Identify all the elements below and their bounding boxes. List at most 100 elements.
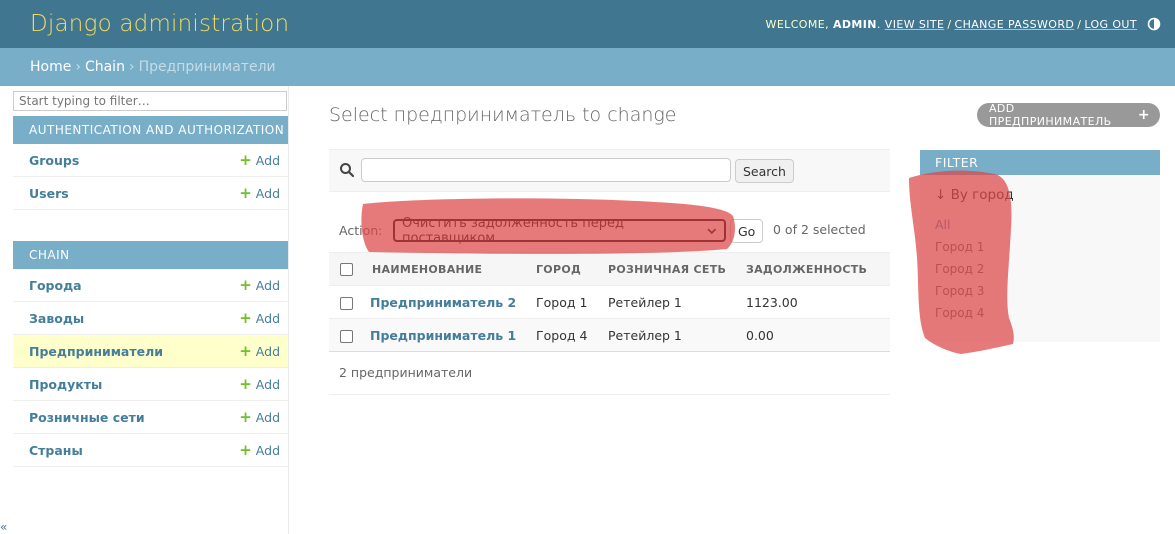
- row-retail-network: Ретейлер 1: [608, 318, 746, 352]
- user-tools: WELCOME, ADMIN. VIEW SITE / CHANGE PASSW…: [766, 17, 1161, 31]
- add-label: Add: [255, 277, 280, 293]
- add-label: Add: [255, 185, 280, 201]
- add-strany-link[interactable]: + Add: [239, 440, 280, 459]
- sidebar-link-strany[interactable]: Страны: [29, 443, 83, 458]
- row-checkbox[interactable]: [340, 329, 353, 343]
- sidebar-link-predprinimateli[interactable]: Предприниматели: [29, 344, 163, 359]
- column-header-retail-network[interactable]: РОЗНИЧНАЯ СЕТЬ: [608, 252, 746, 286]
- table-header-row: НАИМЕНОВАНИЕ ГОРОД РОЗНИЧНАЯ СЕТЬ ЗАДОЛЖ…: [329, 252, 890, 286]
- sidebar-item-roznichnye-seti: Розничные сети + Add: [13, 401, 288, 434]
- row-debt: 0.00: [746, 318, 890, 352]
- row-checkbox[interactable]: [340, 296, 353, 310]
- module-caption-chain[interactable]: CHAIN: [13, 241, 288, 269]
- sidebar-item-groups: Groups + Add: [13, 144, 288, 177]
- search-button[interactable]: Search: [735, 159, 794, 183]
- plus-icon: +: [239, 183, 252, 202]
- add-label: Add: [255, 343, 280, 359]
- plus-icon: +: [239, 275, 252, 294]
- breadcrumb-app[interactable]: Chain: [85, 59, 125, 75]
- sidebar-item-goroda: Города + Add: [13, 269, 288, 302]
- plus-icon: +: [239, 341, 252, 360]
- filter-option-city[interactable]: Город 2: [935, 262, 984, 276]
- selection-count: 0 of 2 selected: [773, 222, 866, 237]
- column-header-name[interactable]: НАИМЕНОВАНИЕ: [362, 252, 536, 286]
- add-label: Add: [255, 409, 280, 425]
- sidebar-link-groups[interactable]: Groups: [29, 153, 79, 168]
- sidebar-link-users[interactable]: Users: [29, 186, 69, 201]
- site-name[interactable]: Django administration: [30, 11, 289, 37]
- table-row: Предприниматель 2 Город 1 Ретейлер 1 112…: [329, 285, 890, 319]
- filter-option-city[interactable]: Город 4: [935, 306, 984, 320]
- sidebar-link-zavody[interactable]: Заводы: [29, 311, 84, 326]
- filter-option-city[interactable]: Город 3: [935, 284, 984, 298]
- breadcrumb: Home › Chain › Предприниматели: [0, 48, 1175, 86]
- module-caption-auth[interactable]: AUTHENTICATION AND AUTHORIZATION: [13, 116, 288, 144]
- chevron-down-icon: [707, 227, 717, 234]
- sidebar-link-roznichnye-seti[interactable]: Розничные сети: [29, 410, 145, 425]
- select-all-checkbox[interactable]: [340, 262, 353, 276]
- add-label: Add: [255, 152, 280, 168]
- filter-option-city[interactable]: Город 1: [935, 240, 984, 254]
- filter-by-city[interactable]: ↓ By город: [935, 187, 1014, 203]
- filter-panel: FILTER ↓ By город All Город 1 Город 2 Го…: [920, 150, 1160, 342]
- sidebar-item-predprinimateli: Предприниматели + Add: [13, 335, 288, 368]
- nav-sidebar: AUTHENTICATION AND AUTHORIZATION Groups …: [12, 86, 289, 534]
- add-users-link[interactable]: + Add: [239, 183, 280, 202]
- sep: .: [876, 17, 881, 31]
- sidebar-collapse-toggle[interactable]: «: [0, 520, 7, 534]
- filter-option-all[interactable]: All: [935, 217, 951, 232]
- table-row: Предприниматель 1 Город 4 Ретейлер 1 0.0…: [329, 318, 890, 352]
- row-city: Город 1: [536, 285, 608, 319]
- actions-bar: Action: Очистить задолженность перед пос…: [329, 210, 890, 250]
- add-predprinimatel-button[interactable]: ADD ПРЕДПРИНИМАТЕЛЬ +: [977, 102, 1160, 128]
- add-label: Add: [255, 376, 280, 392]
- search-input[interactable]: [361, 158, 731, 182]
- view-site-link[interactable]: VIEW SITE: [885, 18, 945, 31]
- header: Django administration WELCOME, ADMIN. VI…: [0, 0, 1175, 48]
- sidebar-filter-input[interactable]: [13, 91, 287, 111]
- sidebar-item-zavody: Заводы + Add: [13, 302, 288, 335]
- action-select[interactable]: Очистить задолженность перед поставщиком: [393, 216, 726, 246]
- breadcrumb-separator: ›: [75, 59, 81, 75]
- add-groups-link[interactable]: + Add: [239, 150, 280, 169]
- change-password-link[interactable]: CHANGE PASSWORD: [954, 18, 1074, 31]
- sep: /: [1077, 17, 1082, 31]
- row-city: Город 4: [536, 318, 608, 352]
- add-predprinimateli-link[interactable]: + Add: [239, 341, 280, 360]
- plus-icon: +: [239, 374, 252, 393]
- add-button-label: ADD ПРЕДПРИНИМАТЕЛЬ: [989, 102, 1112, 128]
- sidebar-link-goroda[interactable]: Города: [29, 278, 82, 293]
- plus-icon: +: [239, 150, 252, 169]
- add-roznichnye-seti-link[interactable]: + Add: [239, 409, 280, 425]
- page-title: Select предприниматель to change: [329, 104, 677, 126]
- sidebar-item-users: Users + Add: [13, 177, 288, 210]
- add-zavody-link[interactable]: + Add: [239, 310, 280, 326]
- sidebar-link-produkty[interactable]: Продукты: [29, 377, 102, 392]
- paginator: 2 предприниматели: [329, 351, 890, 395]
- plus-icon: +: [239, 440, 252, 459]
- go-button[interactable]: Go: [730, 219, 764, 243]
- row-retail-network: Ретейлер 1: [608, 285, 746, 319]
- welcome-text: WELCOME,: [765, 17, 829, 31]
- column-header-city[interactable]: ГОРОД: [536, 252, 608, 286]
- sidebar-item-strany: Страны + Add: [13, 434, 288, 467]
- breadcrumb-home[interactable]: Home: [30, 59, 71, 75]
- row-name-link[interactable]: Предприниматель 1: [370, 328, 516, 343]
- filter-title: FILTER: [920, 150, 1160, 175]
- row-debt: 1123.00: [746, 285, 890, 319]
- add-produkty-link[interactable]: + Add: [239, 374, 280, 393]
- username: ADMIN: [832, 17, 877, 31]
- column-header-debt[interactable]: ЗАДОЛЖЕННОСТЬ: [746, 252, 890, 286]
- add-label: Add: [255, 310, 280, 326]
- search-toolbar: Search: [329, 149, 890, 192]
- row-name-link[interactable]: Предприниматель 2: [370, 295, 516, 310]
- sidebar-item-produkty: Продукты + Add: [13, 368, 288, 401]
- sep: /: [947, 17, 952, 31]
- module-auth: AUTHENTICATION AND AUTHORIZATION Groups …: [13, 116, 288, 210]
- plus-icon: +: [1137, 107, 1150, 123]
- add-goroda-link[interactable]: + Add: [239, 275, 280, 294]
- breadcrumb-current: Предприниматели: [138, 59, 276, 75]
- log-out-link[interactable]: LOG OUT: [1084, 18, 1137, 31]
- module-chain: CHAIN Города + Add Заводы + Add Предприним…: [13, 241, 288, 467]
- theme-toggle-icon[interactable]: [1147, 17, 1161, 31]
